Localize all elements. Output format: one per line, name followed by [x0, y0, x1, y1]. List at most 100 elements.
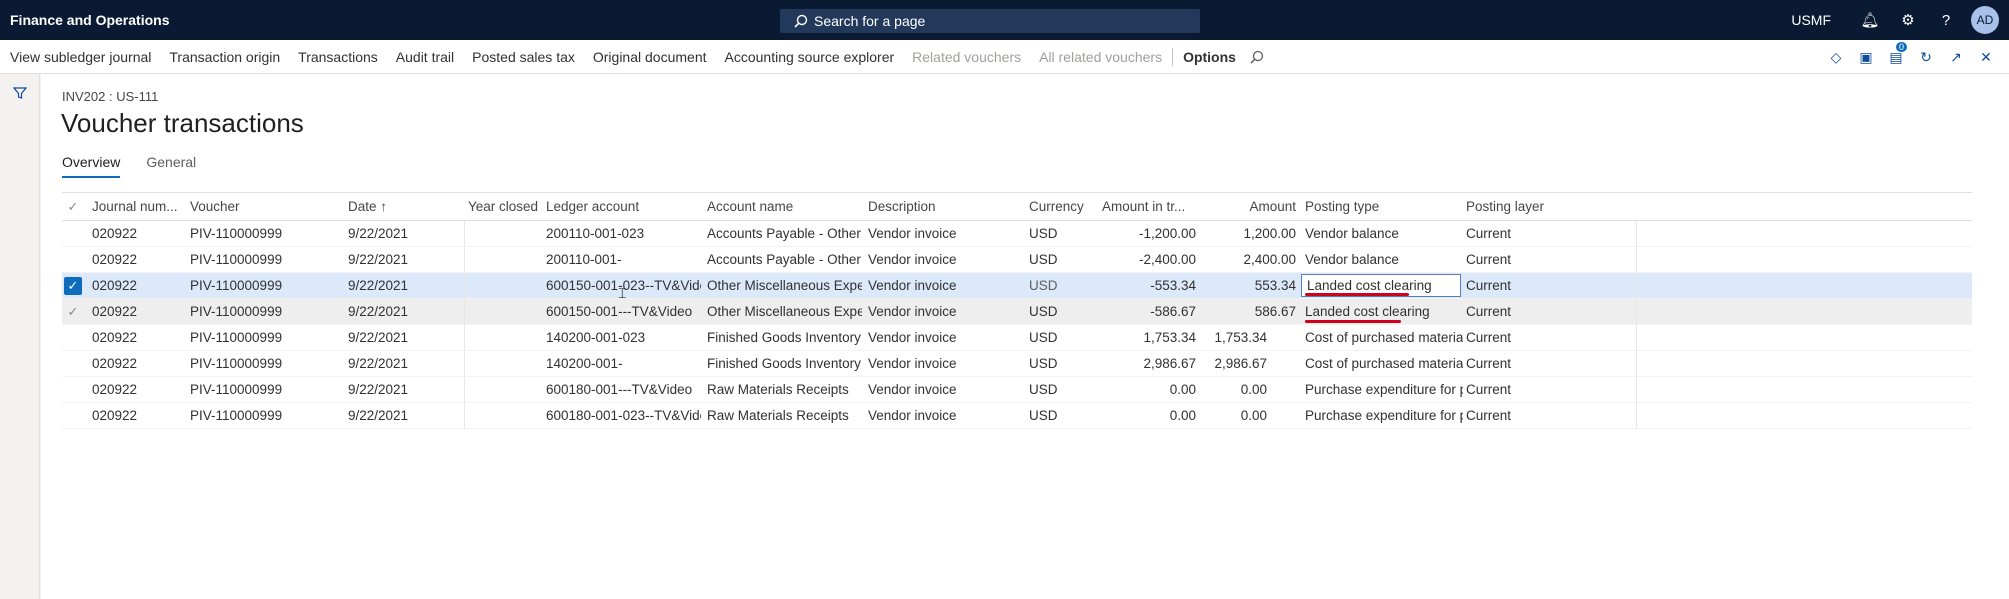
action-transactions[interactable]: Transactions — [298, 49, 378, 65]
action-view-subledger-journal[interactable]: View subledger journal — [10, 49, 151, 65]
app-title[interactable]: Finance and Operations — [10, 12, 169, 28]
page-search[interactable]: Search for a page — [780, 9, 1200, 33]
cell-account-name: Accounts Payable - Other — [707, 226, 861, 241]
cell-description: Vendor invoice — [868, 356, 957, 371]
office-icon[interactable]: ▣ — [1851, 49, 1881, 66]
cell-currency: USD — [1029, 330, 1058, 345]
col-posting-layer[interactable]: Posting layer — [1466, 193, 1586, 220]
filter-icon[interactable] — [13, 86, 27, 100]
top-bar: Finance and Operations Search for a page… — [0, 0, 2009, 40]
row-select-checkbox[interactable]: ✓ — [64, 303, 82, 321]
cell-journal-number: 020922 — [92, 304, 138, 319]
action-search-icon[interactable] — [1250, 50, 1264, 64]
col-ledger-account[interactable]: Ledger account — [546, 193, 696, 220]
col-year-closed[interactable]: Year closed — [468, 193, 558, 220]
cell-currency: USD — [1029, 278, 1058, 293]
cell-account-name: Other Miscellaneous Expenses — [707, 304, 862, 319]
select-all-checkbox[interactable]: ✓ — [64, 198, 82, 216]
col-journal-number[interactable]: Journal num... — [92, 193, 182, 220]
divider — [1172, 47, 1174, 66]
column-divider — [1636, 221, 1637, 246]
table-row[interactable]: 020922 PIV-110000999 9/22/2021 200110-001- A… — [62, 247, 1972, 273]
col-description[interactable]: Description — [868, 193, 1018, 220]
col-account-name[interactable]: Account name — [707, 193, 857, 220]
action-related-vouchers[interactable]: Related vouchers — [912, 49, 1021, 65]
bell-icon[interactable]: 🔔︎ — [1851, 0, 1889, 40]
cell-description: Vendor invoice — [868, 330, 957, 345]
cell-amount: 2,400.00 — [1243, 252, 1296, 267]
action-accounting-source-explorer[interactable]: Accounting source explorer — [725, 49, 895, 65]
table-row[interactable]: 020922 PIV-110000999 9/22/2021 600180-001-0… — [62, 403, 1972, 429]
table-row[interactable]: 020922 PIV-110000999 9/22/2021 600180-001--… — [62, 377, 1972, 403]
col-amount[interactable]: Amount — [1212, 193, 1296, 220]
row-select-checkbox[interactable] — [64, 225, 82, 243]
column-divider — [464, 377, 465, 402]
cell-amount — [1212, 325, 1296, 350]
options-menu[interactable]: Options — [1183, 49, 1236, 65]
open-new-window-icon[interactable]: ↗ — [1941, 49, 1971, 66]
close-icon[interactable]: ✕ — [1971, 49, 2001, 66]
action-transaction-origin[interactable]: Transaction origin — [169, 49, 280, 65]
cell-year-closed — [468, 325, 538, 350]
row-select-checkbox[interactable] — [64, 381, 82, 399]
cell-journal-number: 020922 — [92, 382, 138, 397]
col-amount-in-transaction[interactable]: Amount in tr... — [1102, 193, 1196, 220]
column-divider — [464, 325, 465, 350]
tab-general[interactable]: General — [146, 154, 196, 178]
table-row[interactable]: ✓ 020922 PIV-110000999 9/22/2021 600150-001-… — [62, 273, 1972, 301]
column-divider — [1636, 351, 1637, 376]
cell-currency: USD — [1029, 252, 1058, 267]
column-divider — [1636, 247, 1637, 272]
search-placeholder: Search for a page — [814, 13, 926, 29]
cell-posting-layer: Current — [1466, 226, 1512, 241]
cell-description: Vendor invoice — [868, 304, 957, 319]
refresh-icon[interactable]: ↻ — [1911, 49, 1941, 66]
cell-journal-number: 020922 — [92, 408, 138, 423]
row-select-checkbox[interactable] — [64, 251, 82, 269]
table-row[interactable]: 020922 PIV-110000999 9/22/2021 140200-001-0… — [62, 325, 1972, 351]
cell-posting-type: Vendor balance — [1305, 252, 1399, 267]
cell-currency: USD — [1029, 382, 1058, 397]
action-all-related-vouchers[interactable]: All related vouchers — [1039, 49, 1162, 65]
cell-posting-type: Cost of purchased materials i... — [1305, 330, 1463, 345]
tab-overview[interactable]: Overview — [62, 154, 121, 178]
cell-journal-number: 020922 — [92, 252, 138, 267]
col-posting-type[interactable]: Posting type — [1305, 193, 1455, 220]
cell-posting-type: Purchase expenditure for pro... — [1305, 382, 1463, 397]
col-date[interactable]: Date ↑ — [348, 193, 468, 220]
cell-voucher: PIV-110000999 — [190, 304, 283, 319]
cell-posting-layer: Current — [1466, 382, 1512, 397]
col-currency[interactable]: Currency — [1029, 193, 1099, 220]
company-picker[interactable]: USMF — [1791, 12, 1831, 28]
col-voucher[interactable]: Voucher — [190, 193, 340, 220]
column-divider — [464, 273, 465, 298]
row-select-checkbox[interactable] — [64, 355, 82, 373]
page-title: Voucher transactions — [61, 108, 304, 138]
cell-currency: USD — [1029, 304, 1058, 319]
avatar[interactable]: AD — [1971, 6, 1999, 34]
page-caption: INV202 : US-111 — [62, 89, 159, 104]
row-select-checkbox[interactable]: ✓ — [64, 277, 82, 295]
action-posted-sales-tax[interactable]: Posted sales tax — [472, 49, 575, 65]
cell-account-name: Other Miscellaneous Expenses — [707, 278, 862, 293]
help-icon[interactable]: ? — [1927, 0, 1965, 40]
cell-ledger-account: 140200-001-023 — [546, 330, 646, 345]
row-select-checkbox[interactable] — [64, 329, 82, 347]
diamond-icon[interactable]: ◇ — [1821, 49, 1851, 66]
action-audit-trail[interactable]: Audit trail — [396, 49, 454, 65]
cell-posting-type: Vendor balance — [1305, 226, 1399, 241]
table-row[interactable]: 020922 PIV-110000999 9/22/2021 140200-001- F… — [62, 351, 1972, 377]
cell-voucher: PIV-110000999 — [190, 382, 283, 397]
cell-posting-layer: Current — [1466, 330, 1512, 345]
cell-currency: USD — [1029, 356, 1058, 371]
action-original-document[interactable]: Original document — [593, 49, 707, 65]
cell-description: Vendor invoice — [868, 382, 957, 397]
table-row[interactable]: ✓ 020922 PIV-110000999 9/22/2021 600150-001-… — [62, 299, 1972, 325]
cell-year-closed — [468, 221, 538, 246]
gear-icon[interactable]: ⚙ — [1889, 0, 1927, 40]
attachment-icon[interactable]: ▤ 0 — [1881, 41, 1911, 66]
table-row[interactable]: 020922 PIV-110000999 9/22/2021 200110-001-0… — [62, 221, 1972, 247]
row-select-checkbox[interactable] — [64, 407, 82, 425]
column-divider — [464, 299, 465, 324]
cell-description: Vendor invoice — [868, 252, 957, 267]
